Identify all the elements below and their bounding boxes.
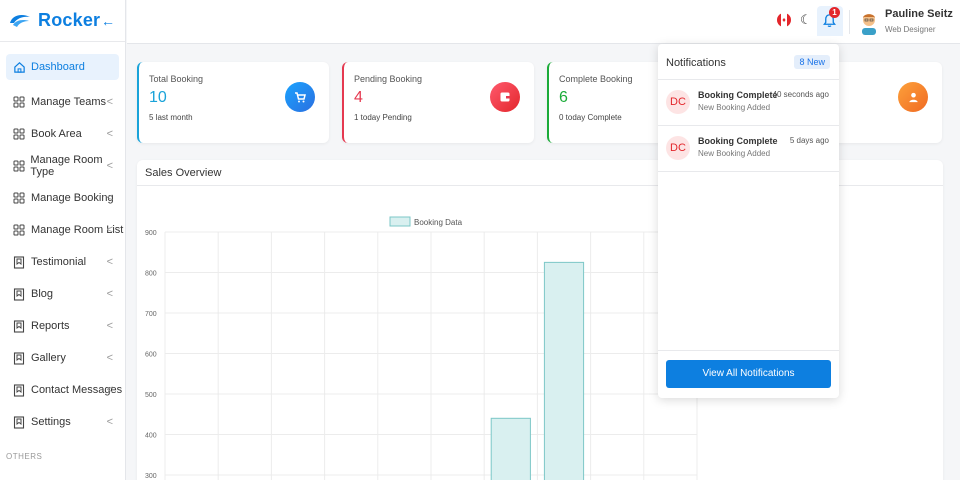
- chevron-left-icon: <: [106, 192, 113, 204]
- sidebar-item-label: Manage Booking: [31, 192, 114, 204]
- chevron-left-icon: <: [106, 128, 113, 140]
- notifications-footer: View All Notifications: [658, 350, 839, 398]
- sidebar-item-gallery[interactable]: Gallery <: [0, 342, 125, 374]
- y-tick-label: 400: [145, 433, 157, 440]
- new-count-badge: 8 New: [794, 55, 830, 69]
- chevron-left-icon: <: [106, 256, 113, 268]
- logo-icon: [10, 14, 30, 27]
- y-tick-label: 300: [145, 473, 157, 480]
- notification-item[interactable]: DC Booking Complete New Booking Added 5 day…: [658, 126, 839, 172]
- sidebar-item-label: Blog: [31, 288, 54, 300]
- chevron-left-icon: <: [106, 160, 113, 172]
- notifications-dropdown: Notifications 8 New DC Booking Complete Ne…: [658, 44, 839, 398]
- sidebar-item-blog[interactable]: Blog <: [0, 278, 125, 310]
- y-tick-label: 500: [145, 392, 157, 399]
- notification-avatar: DC: [666, 90, 690, 114]
- grid-icon: [12, 159, 25, 173]
- notifications-header: Notifications 8 New: [658, 44, 839, 80]
- sidebar: Rocker ← Dashboard Manage Teams < Book Area…: [0, 0, 126, 480]
- topbar: ♦ ☾ 1 Pauline Seitz Web Designer: [127, 0, 960, 44]
- sidebar-item-label: Dashboard: [31, 61, 85, 73]
- chevron-left-icon: <: [106, 416, 113, 428]
- flag-canada-icon[interactable]: ♦: [777, 13, 791, 27]
- legend-label: Booking Data: [414, 218, 463, 227]
- chevron-left-icon: <: [106, 320, 113, 332]
- notification-time: 40 seconds ago: [772, 90, 830, 99]
- topbar-divider: [849, 10, 850, 34]
- sidebar-menu: Dashboard Manage Teams < Book Area < Manage R…: [0, 42, 125, 438]
- grid-icon: [12, 127, 26, 141]
- chevron-left-icon: <: [106, 96, 113, 108]
- wallet-icon: [490, 82, 520, 112]
- moon-icon[interactable]: ☾: [800, 12, 812, 28]
- sidebar-item-manage-teams[interactable]: Manage Teams <: [0, 86, 125, 118]
- sidebar-item-label: Book Area: [31, 128, 82, 140]
- card-subtitle: 5 last month: [149, 113, 193, 122]
- notification-item[interactable]: DC Booking Complete New Booking Added 40 se…: [658, 80, 839, 126]
- sidebar-item-settings[interactable]: Settings <: [0, 406, 125, 438]
- chevron-left-icon: <: [106, 224, 113, 236]
- bookmark-icon: [12, 351, 26, 365]
- bookmark-icon: [12, 383, 26, 397]
- y-tick-label: 900: [145, 230, 157, 237]
- grid-icon: [12, 191, 26, 205]
- sidebar-item-manage-room-list[interactable]: Manage Room List <: [0, 214, 125, 246]
- bookmark-icon: [12, 287, 26, 301]
- notification-count-badge: 1: [829, 7, 840, 18]
- brand-name: Rocker: [38, 10, 101, 30]
- user-name[interactable]: Pauline Seitz: [885, 8, 953, 20]
- bar: [490, 417, 531, 480]
- notification-avatar: DC: [666, 136, 690, 160]
- notification-message: New Booking Added: [698, 103, 771, 112]
- notification-time: 5 days ago: [789, 136, 829, 145]
- sidebar-item-contact-messages[interactable]: Contact Messages <: [0, 374, 125, 406]
- sidebar-item-label: Settings: [31, 416, 71, 428]
- sidebar-item-label: Gallery: [31, 352, 66, 364]
- notification-message: New Booking Added: [698, 149, 771, 158]
- sidebar-item-testimonial[interactable]: Testimonial <: [0, 246, 125, 278]
- users-icon: [898, 82, 928, 112]
- sidebar-item-reports[interactable]: Reports <: [0, 310, 125, 342]
- y-tick-label: 800: [145, 271, 157, 278]
- sidebar-item-manage-room-type[interactable]: Manage Room Type <: [0, 150, 125, 182]
- chevron-left-icon: <: [106, 352, 113, 364]
- sidebar-item-label: Reports: [31, 320, 70, 332]
- bookmark-icon: [12, 415, 26, 429]
- legend-swatch: [389, 216, 411, 227]
- y-tick-label: 700: [145, 311, 157, 318]
- bookmark-icon: [12, 319, 26, 333]
- notification-name: Booking Complete: [698, 90, 778, 100]
- arrow-left-icon[interactable]: ←: [101, 13, 115, 29]
- brand: Rocker ←: [0, 0, 125, 42]
- home-icon: [12, 60, 26, 74]
- sidebar-item-book-area[interactable]: Book Area <: [0, 118, 125, 150]
- notifications-title: Notifications: [666, 57, 726, 69]
- card-subtitle: 1 today Pending: [354, 113, 412, 122]
- user-role: Web Designer: [885, 25, 936, 34]
- chevron-left-icon: <: [106, 288, 113, 300]
- notifications-list: DC Booking Complete New Booking Added 40 se…: [658, 80, 839, 172]
- sidebar-item-label: Manage Teams: [31, 96, 107, 108]
- sidebar-item-label: Testimonial: [31, 256, 87, 268]
- grid-icon: [12, 223, 26, 237]
- sidebar-item-manage-booking[interactable]: Manage Booking <: [0, 182, 125, 214]
- bookmark-icon: [12, 255, 26, 269]
- notification-name: Booking Complete: [698, 136, 778, 146]
- cart-icon: [285, 82, 315, 112]
- y-tick-label: 600: [145, 352, 157, 359]
- avatar[interactable]: [859, 9, 879, 35]
- bar: [543, 261, 585, 480]
- stat-card-total-booking: Total Booking 10 5 last month: [137, 62, 329, 143]
- stat-card-pending-booking: Pending Booking 4 1 today Pending: [342, 62, 534, 143]
- notification-bell-button[interactable]: 1: [817, 6, 843, 36]
- chevron-left-icon: <: [106, 384, 113, 396]
- sidebar-item-dashboard[interactable]: Dashboard: [6, 54, 119, 80]
- grid-icon: [12, 95, 26, 109]
- menu-section-label: OTHERS: [6, 452, 43, 461]
- view-all-notifications-button[interactable]: View All Notifications: [666, 360, 831, 388]
